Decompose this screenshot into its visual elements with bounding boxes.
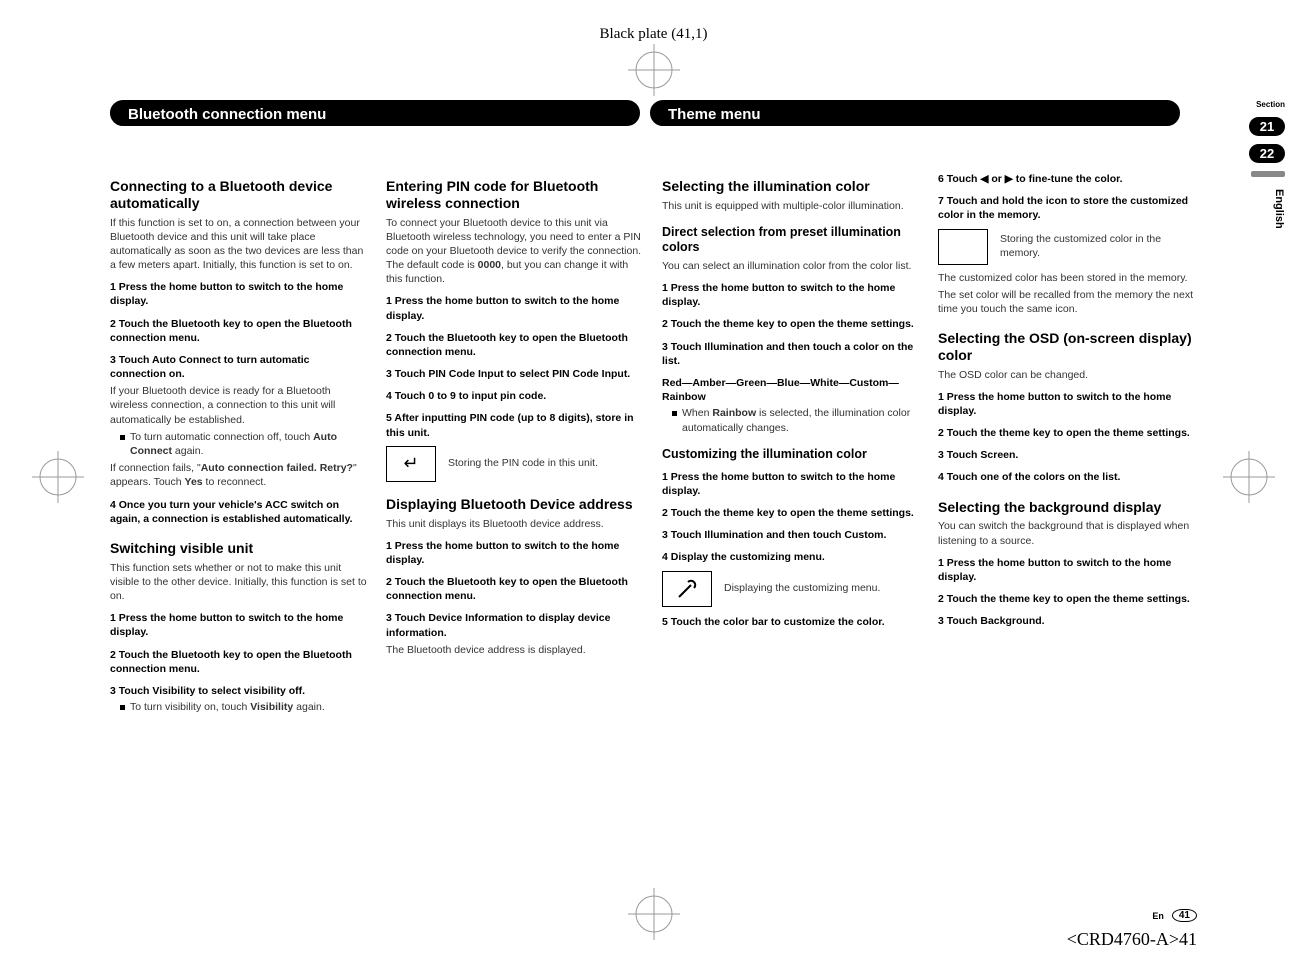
heading: Entering PIN code for Bluetooth wireless… [386, 178, 644, 212]
paragraph: You can select an illumination color fro… [662, 259, 920, 273]
section-tab-21: 21 [1249, 117, 1285, 136]
step: 1 Press the home button to switch to the… [110, 280, 368, 308]
step: 2 Touch the theme key to open the theme … [662, 506, 920, 520]
paragraph: If this function is set to on, a connect… [110, 216, 368, 273]
bullet: To turn visibility on, touch Visibility … [120, 700, 368, 714]
paragraph: If connection fails, "Auto connection fa… [110, 461, 368, 489]
language-label: English [1273, 189, 1285, 229]
step: 3 Touch Device Information to display de… [386, 611, 644, 639]
step: 3 Touch Background. [938, 614, 1196, 628]
step: 1 Press the home button to switch to the… [662, 470, 920, 498]
color-chain: Red—Amber—Green—Blue—White—Custom—Rainbo… [662, 376, 920, 404]
paragraph: If your Bluetooth device is ready for a … [110, 384, 368, 427]
enter-icon: ↵ [386, 446, 436, 482]
paragraph: The Bluetooth device address is displaye… [386, 643, 644, 657]
step: 1 Press the home button to switch to the… [938, 390, 1196, 418]
step: 5 After inputting PIN code (up to 8 digi… [386, 411, 644, 439]
step: 2 Touch the theme key to open the theme … [938, 426, 1196, 440]
heading: Selecting the OSD (on-screen display) co… [938, 330, 1196, 364]
step: 3 Touch Illumination and then touch a co… [662, 340, 920, 368]
memory-icon [938, 229, 988, 265]
step: 4 Touch one of the colors on the list. [938, 470, 1196, 484]
heading: Selecting the background display [938, 499, 1196, 516]
subheading: Customizing the illumination color [662, 447, 920, 462]
step: 2 Touch the Bluetooth key to open the Bl… [386, 575, 644, 603]
step: 4 Touch 0 to 9 to input pin code. [386, 389, 644, 403]
paragraph: You can switch the background that is di… [938, 519, 1196, 547]
footer-lang: En [1152, 911, 1164, 921]
step: 1 Press the home button to switch to the… [662, 281, 920, 309]
step: 5 Touch the color bar to customize the c… [662, 615, 920, 629]
icon-caption: Storing the customized color in the memo… [1000, 233, 1170, 260]
step: 2 Touch the Bluetooth key to open the Bl… [110, 648, 368, 676]
step: 1 Press the home button to switch to the… [386, 539, 644, 567]
step: 2 Touch the theme key to open the theme … [938, 592, 1196, 606]
bullet: When Rainbow is selected, the illuminati… [672, 406, 920, 434]
step: 2 Touch the Bluetooth key to open the Bl… [386, 331, 644, 359]
document-id: <CRD4760-A>41 [1067, 929, 1197, 950]
step: 3 Touch Visibility to select visibility … [110, 684, 368, 698]
section-label: Section [1256, 100, 1285, 109]
step: 3 Touch PIN Code Input to select PIN Cod… [386, 367, 644, 381]
paragraph: The set color will be recalled from the … [938, 288, 1196, 316]
step: 4 Display the customizing menu. [662, 550, 920, 564]
page-number: 41 [1172, 909, 1197, 922]
step: 4 Once you turn your vehicle's ACC switc… [110, 498, 368, 526]
column-4: 6 Touch ◀ or ▶ to fine-tune the color. 7… [938, 164, 1196, 716]
side-tabs: Section 21 22 English [1251, 100, 1285, 229]
lang-bar-icon [1251, 171, 1285, 177]
crop-mark-icon [624, 884, 684, 944]
step: 3 Touch Auto Connect to turn automatic c… [110, 353, 368, 381]
icon-caption: Storing the PIN code in this unit. [448, 457, 618, 471]
heading: Selecting the illumination color [662, 178, 920, 195]
step: 1 Press the home button to switch to the… [110, 611, 368, 639]
step: 6 Touch ◀ or ▶ to fine-tune the color. [938, 172, 1196, 186]
header-right: Theme menu [650, 100, 1180, 126]
paragraph: The customized color has been stored in … [938, 271, 1196, 285]
paragraph: The OSD color can be changed. [938, 368, 1196, 382]
icon-caption: Displaying the customizing menu. [724, 582, 894, 596]
step: 2 Touch the theme key to open the theme … [662, 317, 920, 331]
column-3: Selecting the illumination color This un… [662, 164, 920, 716]
bullet: To turn automatic connection off, touch … [120, 430, 368, 458]
column-1: Connecting to a Bluetooth device automat… [110, 164, 368, 716]
paragraph: To connect your Bluetooth device to this… [386, 216, 644, 287]
crop-mark-icon [28, 447, 88, 507]
crop-mark-icon [624, 40, 684, 100]
step: 1 Press the home button to switch to the… [386, 294, 644, 322]
heading: Displaying Bluetooth Device address [386, 496, 644, 513]
heading: Connecting to a Bluetooth device automat… [110, 178, 368, 212]
step: 2 Touch the Bluetooth key to open the Bl… [110, 317, 368, 345]
column-2: Entering PIN code for Bluetooth wireless… [386, 164, 644, 716]
step: 3 Touch Illumination and then touch Cust… [662, 528, 920, 542]
crop-mark-icon [1219, 447, 1279, 507]
wrench-icon [662, 571, 712, 607]
step: 1 Press the home button to switch to the… [938, 556, 1196, 584]
step: 3 Touch Screen. [938, 448, 1196, 462]
subheading: Direct selection from preset illuminatio… [662, 225, 920, 255]
paragraph: This function sets whether or not to mak… [110, 561, 368, 604]
header-left: Bluetooth connection menu [110, 100, 640, 126]
paragraph: This unit is equipped with multiple-colo… [662, 199, 920, 213]
footer: En 41 [1152, 909, 1197, 922]
step: 7 Touch and hold the icon to store the c… [938, 194, 1196, 222]
heading: Switching visible unit [110, 540, 368, 557]
section-tab-22: 22 [1249, 144, 1285, 163]
paragraph: This unit displays its Bluetooth device … [386, 517, 644, 531]
